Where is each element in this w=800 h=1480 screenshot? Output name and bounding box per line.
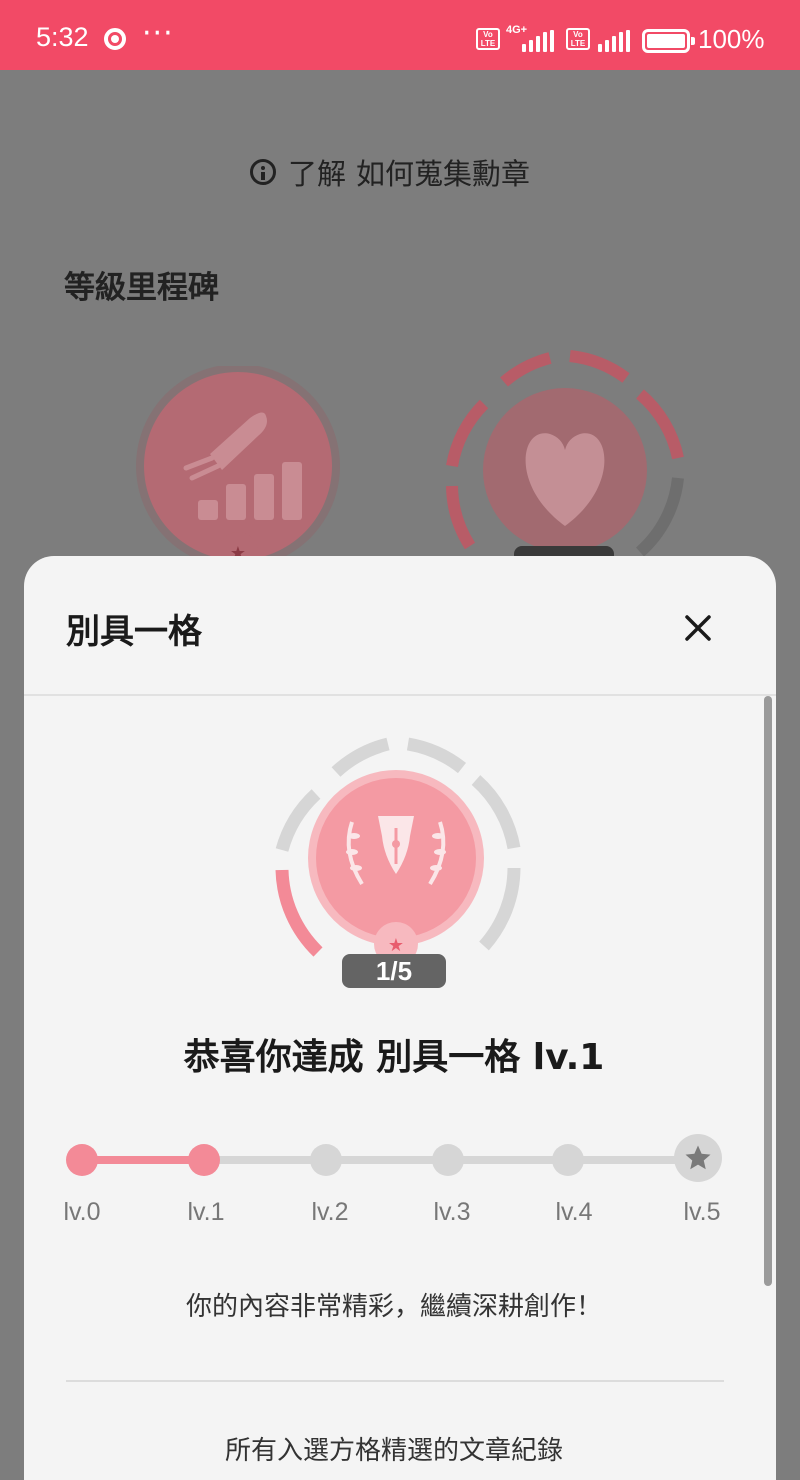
level-label-0: lv.0 <box>63 1198 101 1226</box>
info-icon <box>250 159 276 185</box>
close-icon[interactable] <box>678 608 718 648</box>
track-progress <box>82 1156 204 1164</box>
howto-link-text: 如何蒐集勳章 <box>356 157 531 191</box>
level-label-4: lv.4 <box>555 1198 593 1226</box>
level-label-3: lv.3 <box>433 1198 471 1226</box>
level-dot-2 <box>310 1144 342 1176</box>
level-label-5: lv.5 <box>683 1198 721 1226</box>
level-dot-1 <box>188 1144 220 1176</box>
progress-segment-3 <box>406 737 467 774</box>
status-time: 5:32 <box>36 22 89 52</box>
howto-link[interactable]: 了解 如何蒐集勳章 <box>250 152 530 192</box>
network-type: 4G+ <box>506 24 528 36</box>
volte-icon-2: Vo LTE <box>566 28 590 50</box>
badge-main: ★ 1/5 <box>275 737 521 988</box>
badge-rocket[interactable]: ★ <box>130 366 350 566</box>
level-dot-5 <box>674 1134 722 1182</box>
badge-progress: 1/5 <box>376 956 412 986</box>
encouragement-message: 你的內容非常精彩，繼續深耕創作！ <box>185 1292 602 1322</box>
volte-icon: Vo LTE <box>476 28 500 50</box>
level-dot-0 <box>66 1144 98 1176</box>
battery-icon <box>642 29 695 53</box>
star-icon: ★ <box>388 935 404 956</box>
header-divider <box>24 694 776 696</box>
level-label-2: lv.2 <box>311 1198 349 1226</box>
more-notifications-icon: ··· <box>142 16 174 51</box>
record-section-title: 所有入選方格精選的文章紀錄 <box>224 1436 563 1466</box>
scrollbar[interactable] <box>764 696 772 1286</box>
level-dot-3 <box>432 1144 464 1176</box>
howto-prefix: 了解 <box>288 157 347 191</box>
progress-segment-5 <box>479 867 521 951</box>
chrome-icon <box>104 28 126 50</box>
level-label-1: lv.1 <box>187 1198 225 1226</box>
congrats-title: 恭喜你達成 別具一格 lv.1 <box>183 1037 605 1078</box>
progress-segment-2 <box>331 737 390 777</box>
battery-percent: 100% <box>698 24 765 54</box>
sheet-title: 別具一格 <box>66 612 202 652</box>
star-icon <box>685 1145 711 1170</box>
progress-segment-4 <box>471 775 521 850</box>
level-dot-4 <box>552 1144 584 1176</box>
level-track: lv.0 lv.1 lv.2 lv.3 lv.4 lv.5 <box>24 1132 764 1242</box>
content-divider <box>66 1380 724 1382</box>
section-title: 等級里程碑 <box>64 270 219 306</box>
status-bar: 5:32 ··· Vo LTE 4G+ Vo LTE 100% <box>0 0 800 70</box>
badge-detail-sheet: 別具一格 ★ 1/5 恭喜你達成 別具一格 lv.1 lv.0 lv.1 lv.… <box>24 556 776 1480</box>
badge-heart[interactable] <box>440 346 690 566</box>
